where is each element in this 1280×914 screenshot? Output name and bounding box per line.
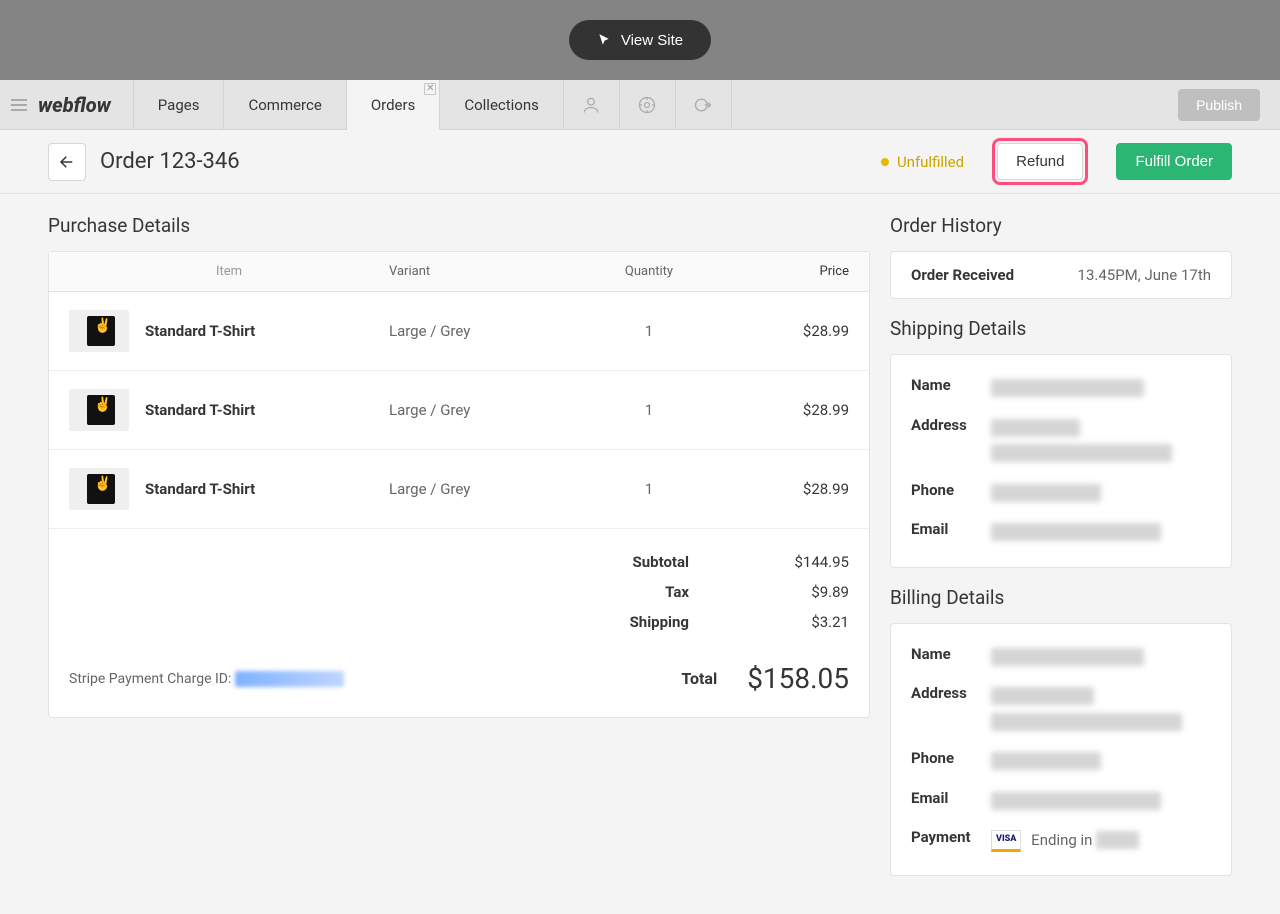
redacted: ████: [1096, 831, 1139, 849]
field-address: Address: [911, 416, 991, 434]
tab-pages[interactable]: Pages: [134, 80, 225, 129]
stripe-id: Stripe Payment Charge ID: ch_abc_redacte…: [69, 671, 344, 687]
redacted: ████ █ ████: [991, 687, 1094, 705]
table-row: Standard T-Shirt Large / Grey 1 $28.99: [49, 371, 869, 450]
subtotal-label: Subtotal: [633, 553, 690, 571]
cursor-icon: [597, 33, 611, 47]
tab-orders[interactable]: Orders ✕: [347, 80, 441, 130]
topbar: webflow Pages Commerce Orders ✕ Collecti…: [0, 80, 1280, 130]
col-price: Price: [729, 264, 849, 279]
refund-highlight: Refund: [992, 138, 1088, 185]
publish-button[interactable]: Publish: [1178, 89, 1260, 121]
table-row: Standard T-Shirt Large / Grey 1 $28.99: [49, 292, 869, 371]
redacted: ████ ████ ████ ████: [991, 444, 1172, 462]
field-name: Name: [911, 376, 991, 394]
account-icon[interactable]: [564, 80, 620, 129]
visa-icon: VISA: [991, 830, 1021, 851]
shipping-card: Name████████ ██████ Address██████ ██ ████…: [890, 354, 1232, 568]
page-title: Order 123-346: [100, 149, 240, 174]
redacted: █████ █████████: [991, 648, 1144, 666]
col-variant: Variant: [389, 264, 569, 279]
stripe-label: Stripe Payment Charge ID:: [69, 671, 231, 687]
payment-value: VISA Ending in ████: [991, 828, 1211, 854]
grand-total-row: Stripe Payment Charge ID: ch_abc_redacte…: [49, 643, 869, 717]
view-site-label: View Site: [621, 32, 683, 49]
tax-value: $9.89: [749, 583, 849, 601]
totals-block: Subtotal $144.95 Tax $9.89 Shipping $3.21: [49, 529, 869, 643]
item-qty: 1: [569, 480, 729, 498]
close-icon[interactable]: ✕: [424, 83, 436, 95]
shipping-value: $3.21: [749, 613, 849, 631]
item-variant: Large / Grey: [389, 401, 569, 419]
product-thumb: [69, 389, 129, 431]
status-badge: Unfulfilled: [881, 153, 964, 171]
field-email: Email: [911, 520, 991, 538]
item-variant: Large / Grey: [389, 480, 569, 498]
redacted: ██ ████████: [991, 752, 1101, 770]
item-name: Standard T-Shirt: [145, 401, 255, 419]
stripe-value-redacted: ch_abc_redacted: [235, 671, 344, 687]
help-icon[interactable]: [620, 80, 676, 129]
redacted: ████████████████: [991, 523, 1161, 541]
shipping-heading: Shipping Details: [890, 317, 1232, 340]
billing-card: Name█████ █████████ Address████ █ ████ ██…: [890, 623, 1232, 876]
back-button[interactable]: [48, 143, 86, 181]
col-qty: Quantity: [569, 264, 729, 279]
tab-commerce[interactable]: Commerce: [224, 80, 346, 129]
item-name: Standard T-Shirt: [145, 480, 255, 498]
history-heading: Order History: [890, 214, 1232, 237]
tab-label: Pages: [158, 96, 200, 114]
table-row: Standard T-Shirt Large / Grey 1 $28.99: [49, 450, 869, 529]
tab-label: Commerce: [248, 96, 321, 114]
item-variant: Large / Grey: [389, 322, 569, 340]
tab-label: Collections: [464, 96, 539, 114]
item-price: $28.99: [729, 480, 849, 498]
total-label: Total: [681, 669, 717, 688]
product-thumb: [69, 468, 129, 510]
status-text: Unfulfilled: [897, 153, 964, 171]
top-tabs: Pages Commerce Orders ✕ Collections: [134, 80, 564, 129]
redacted: ██████ ██: [991, 419, 1080, 437]
fulfill-order-button[interactable]: Fulfill Order: [1116, 143, 1232, 180]
purchase-table: Item Variant Quantity Price Standard T-S…: [48, 251, 870, 718]
tax-label: Tax: [665, 583, 689, 601]
table-header: Item Variant Quantity Price: [49, 252, 869, 292]
field-email: Email: [911, 789, 991, 807]
view-site-button[interactable]: View Site: [569, 20, 711, 60]
history-card: Order Received 13.45PM, June 17th: [890, 251, 1232, 299]
subtotal-value: $144.95: [749, 553, 849, 571]
redacted: ████████████████: [991, 792, 1161, 810]
page-header: Order 123-346 Unfulfilled Refund Fulfill…: [0, 130, 1280, 194]
preview-overlay: View Site: [0, 0, 1280, 80]
billing-heading: Billing Details: [890, 586, 1232, 609]
history-time: 13.45PM, June 17th: [1078, 266, 1211, 284]
export-icon[interactable]: [676, 80, 732, 129]
item-name: Standard T-Shirt: [145, 322, 255, 340]
tab-collections[interactable]: Collections: [440, 80, 564, 129]
field-phone: Phone: [911, 749, 991, 767]
item-qty: 1: [569, 401, 729, 419]
hamburger-icon[interactable]: [0, 80, 38, 129]
item-price: $28.99: [729, 401, 849, 419]
refund-button[interactable]: Refund: [997, 143, 1083, 180]
field-phone: Phone: [911, 481, 991, 499]
logo: webflow: [38, 80, 134, 129]
purchase-heading: Purchase Details: [48, 214, 870, 237]
redacted: ██ ████████: [991, 484, 1101, 502]
payment-text: Ending in: [1031, 831, 1092, 849]
status-dot-icon: [881, 158, 889, 166]
col-item: Item: [69, 264, 389, 279]
field-address: Address: [911, 684, 991, 702]
shipping-label: Shipping: [630, 613, 689, 631]
total-value: $158.05: [747, 662, 849, 695]
field-name: Name: [911, 645, 991, 663]
item-qty: 1: [569, 322, 729, 340]
tab-label: Orders: [371, 96, 416, 114]
product-thumb: [69, 310, 129, 352]
history-event: Order Received: [911, 266, 1014, 284]
field-payment: Payment: [911, 828, 991, 846]
redacted: ████████ ██████: [991, 379, 1144, 397]
item-price: $28.99: [729, 322, 849, 340]
redacted: ██████████████████: [991, 713, 1182, 731]
